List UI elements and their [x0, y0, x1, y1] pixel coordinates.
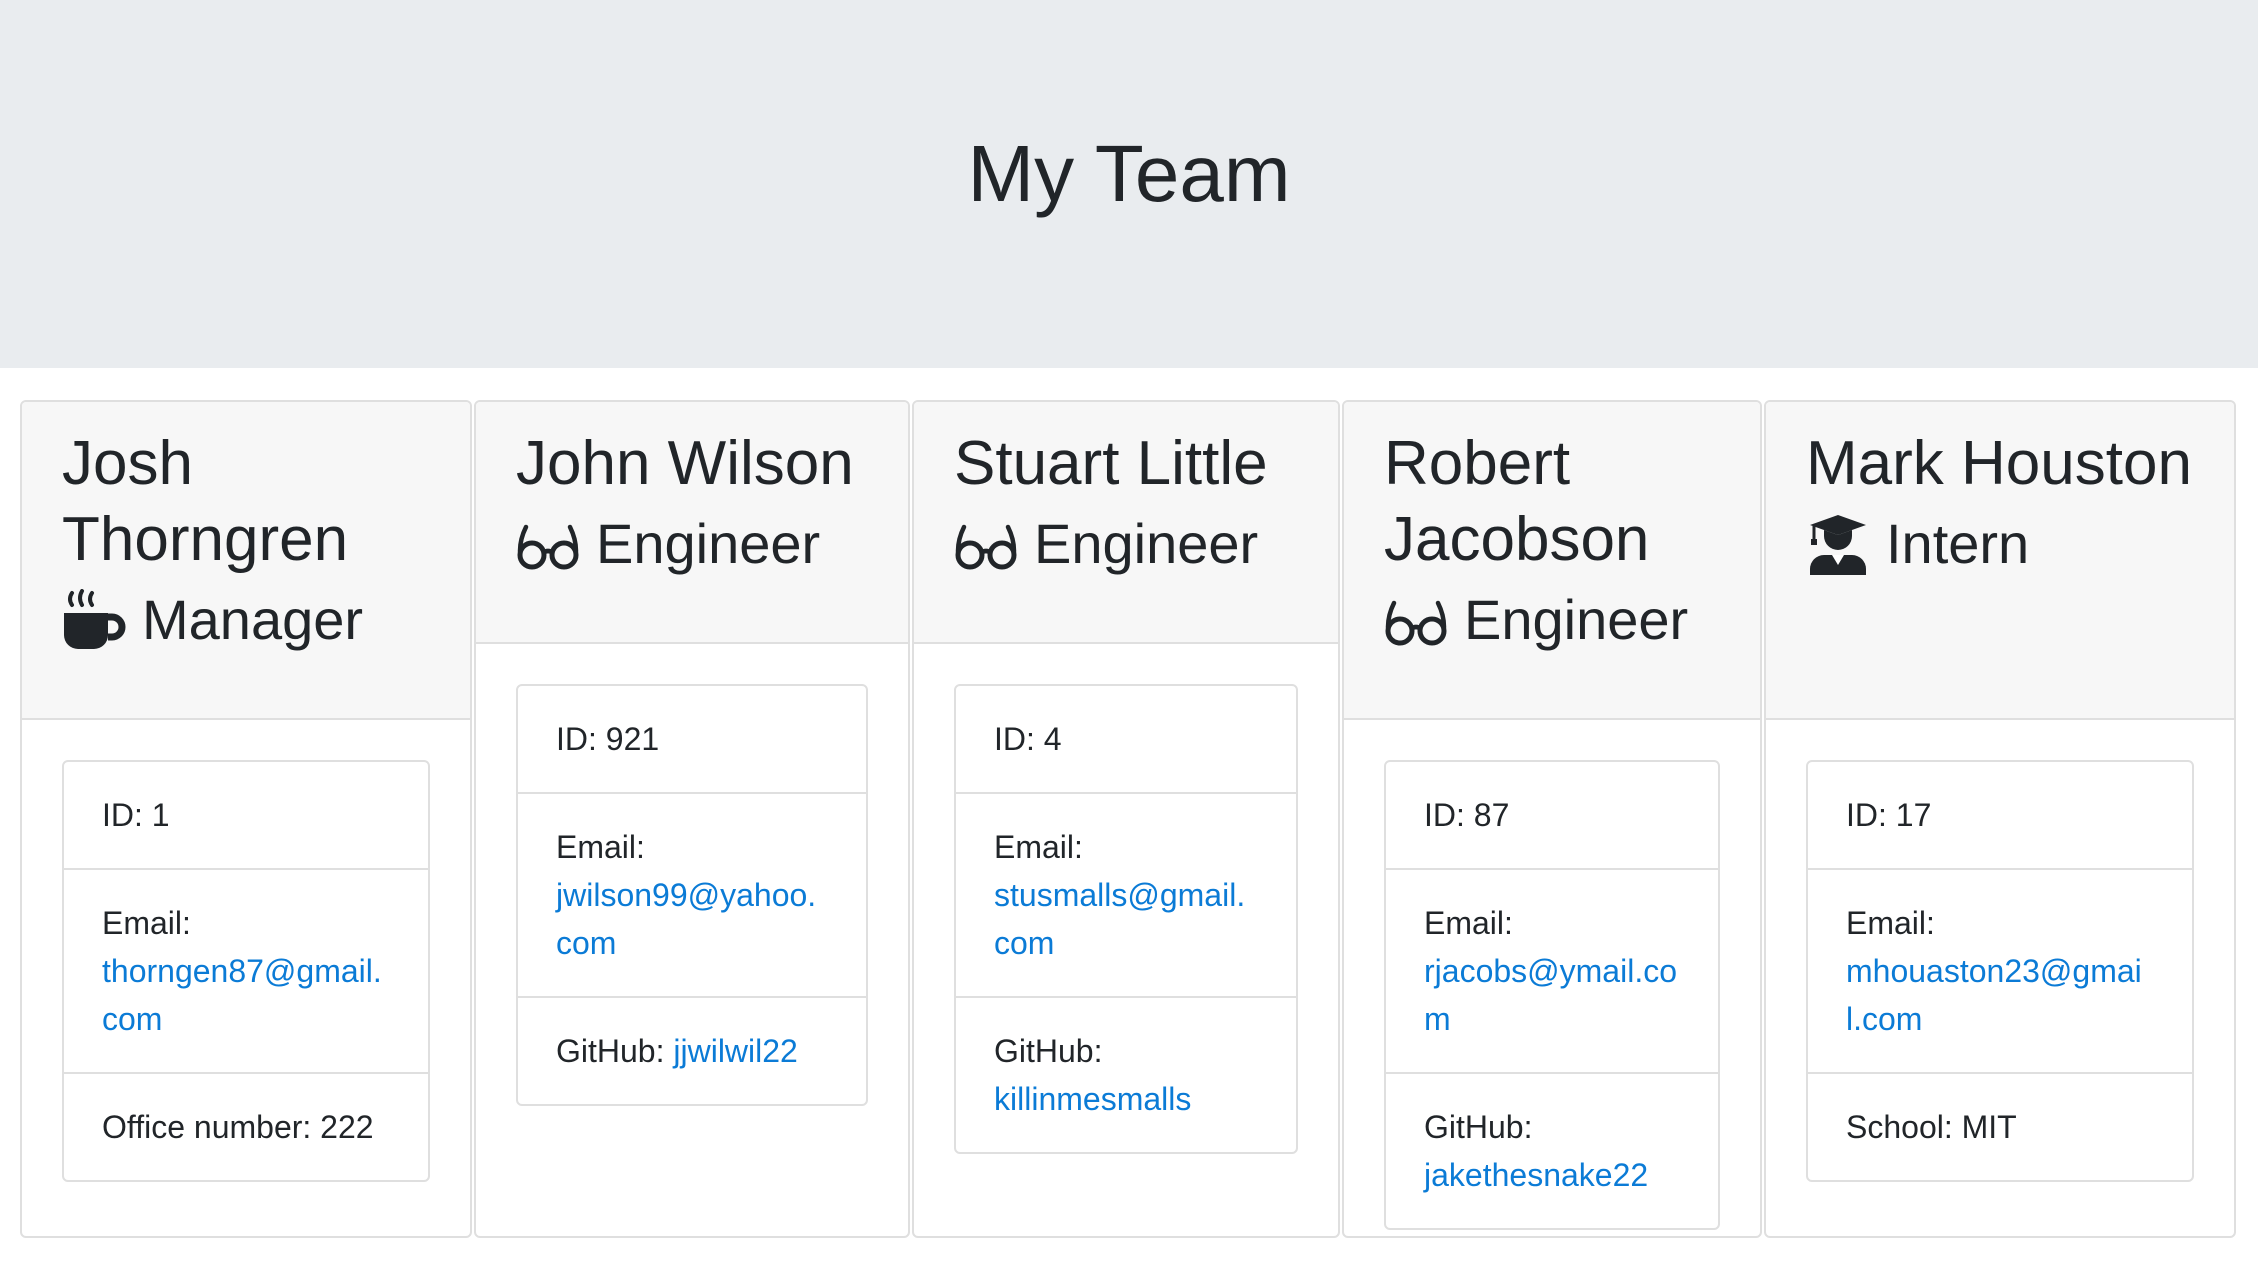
employee-name: Stuart Little	[954, 429, 1268, 498]
employee-card-manager: Josh Thorngren Manager ID: 1 Email: thorn	[20, 400, 472, 1238]
employee-role: Engineer	[954, 506, 1298, 582]
team-cards: Josh Thorngren Manager ID: 1 Email: thorn	[20, 400, 2238, 1240]
employee-details: ID: 921 Email: jwilson99@yahoo.com GitHub…	[516, 684, 868, 1106]
employee-role: Manager	[62, 582, 430, 658]
employee-github: GitHub: jjwilwil22	[556, 1033, 798, 1069]
github-link[interactable]: killinmesmalls	[994, 1081, 1191, 1117]
employee-email: Email: stusmalls@gmail.com	[956, 794, 1296, 998]
employee-github: GitHub: killinmesmalls	[994, 1033, 1192, 1117]
graduate-icon	[1806, 513, 1870, 575]
card-header: Robert Jacobson Engineer	[1344, 402, 1760, 720]
employee-role: Engineer	[1384, 582, 1720, 658]
glasses-icon	[1384, 589, 1448, 651]
card-body: ID: 921 Email: jwilson99@yahoo.com GitHub…	[476, 644, 908, 1106]
employee-name: John Wilson	[516, 429, 854, 498]
card-header: John Wilson Engineer	[476, 402, 908, 644]
employee-card-engineer: John Wilson Engineer ID: 921 Email: jwils	[474, 400, 910, 1238]
card-body: ID: 1 Email: thorngen87@gmail.com Office …	[22, 720, 470, 1182]
glasses-icon	[516, 513, 580, 575]
employee-school: School: MIT	[1846, 1109, 2017, 1145]
role-label: Intern	[1886, 512, 2030, 575]
page-title: My Team	[967, 129, 1291, 218]
employee-id: ID: 17	[1808, 762, 2192, 870]
employee-details: ID: 4 Email: stusmalls@gmail.com GitHub: …	[954, 684, 1298, 1154]
card-body: ID: 17 Email: mhouaston23@gmail.com Schoo…	[1766, 720, 2234, 1182]
card-body: ID: 4 Email: stusmalls@gmail.com GitHub: …	[914, 644, 1338, 1154]
employee-details: ID: 17 Email: mhouaston23@gmail.com Schoo…	[1806, 760, 2194, 1182]
employee-role: Intern	[1806, 506, 2194, 582]
card-header: Mark Houston Intern	[1766, 402, 2234, 720]
email-link[interactable]: rjacobs@ymail.com	[1424, 953, 1677, 1037]
card-header: Stuart Little Engineer	[914, 402, 1338, 644]
employee-id: ID: 1	[64, 762, 428, 870]
role-label: Manager	[142, 588, 364, 651]
github-link[interactable]: jakethesnake22	[1424, 1157, 1648, 1193]
role-label: Engineer	[596, 512, 821, 575]
employee-email: Email: thorngen87@gmail.com	[64, 870, 428, 1074]
employee-github: GitHub: jakethesnake22	[1424, 1109, 1649, 1193]
card-body: ID: 87 Email: rjacobs@ymail.com GitHub: j…	[1344, 720, 1760, 1230]
glasses-icon	[954, 513, 1018, 575]
email-link[interactable]: stusmalls@gmail.com	[994, 877, 1245, 961]
card-header: Josh Thorngren Manager	[22, 402, 470, 720]
employee-card-intern: Mark Houston Intern ID: 17 Email: mhouas…	[1764, 400, 2236, 1238]
employee-email: Email: mhouaston23@gmail.com	[1808, 870, 2192, 1074]
employee-id: ID: 4	[956, 686, 1296, 794]
page-header: My Team	[0, 0, 2258, 368]
employee-role: Engineer	[516, 506, 868, 582]
employee-card-engineer: Robert Jacobson Engineer ID: 87 Email: rj	[1342, 400, 1762, 1238]
employee-email: Email: rjacobs@ymail.com	[1386, 870, 1718, 1074]
email-link[interactable]: thorngen87@gmail.com	[102, 953, 382, 1037]
employee-details: ID: 87 Email: rjacobs@ymail.com GitHub: j…	[1384, 760, 1720, 1230]
employee-office-number: Office number: 222	[102, 1109, 374, 1145]
employee-email: Email: jwilson99@yahoo.com	[518, 794, 866, 998]
employee-id: ID: 921	[518, 686, 866, 794]
employee-name: Josh Thorngren	[62, 429, 349, 574]
role-label: Engineer	[1464, 588, 1689, 651]
coffee-icon	[62, 589, 126, 651]
email-link[interactable]: mhouaston23@gmail.com	[1846, 953, 2142, 1037]
github-link[interactable]: jjwilwil22	[673, 1033, 797, 1069]
email-link[interactable]: jwilson99@yahoo.com	[556, 877, 816, 961]
employee-details: ID: 1 Email: thorngen87@gmail.com Office …	[62, 760, 430, 1182]
employee-name: Mark Houston	[1806, 429, 2192, 498]
employee-name: Robert Jacobson	[1384, 429, 1650, 574]
employee-id: ID: 87	[1386, 762, 1718, 870]
employee-card-engineer: Stuart Little Engineer ID: 4 Email: stusm	[912, 400, 1340, 1238]
role-label: Engineer	[1034, 512, 1259, 575]
